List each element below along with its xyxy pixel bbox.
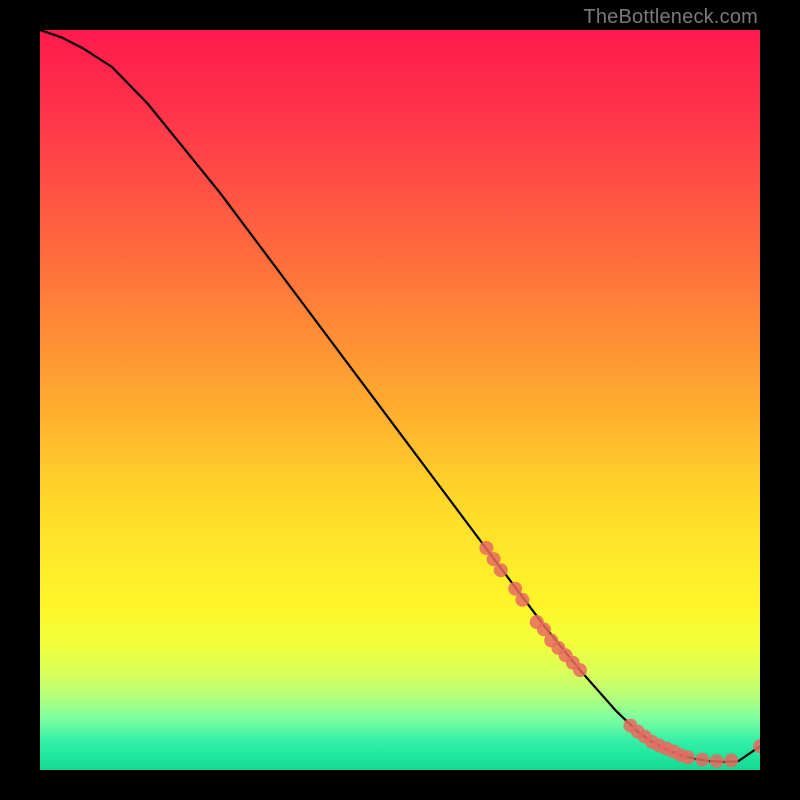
- watermark-text: TheBottleneck.com: [583, 6, 758, 29]
- chart-frame: TheBottleneck.com: [0, 0, 800, 800]
- chart-svg: [40, 30, 760, 770]
- data-marker: [710, 754, 724, 768]
- data-marker: [573, 663, 587, 677]
- data-marker: [681, 750, 695, 764]
- data-marker: [515, 593, 529, 607]
- plot-area: [40, 30, 760, 770]
- curve-line: [40, 30, 760, 762]
- data-marker: [695, 753, 709, 767]
- curve-layer: [40, 30, 760, 762]
- marker-layer: [479, 541, 760, 768]
- data-marker: [724, 753, 738, 767]
- data-marker: [494, 563, 508, 577]
